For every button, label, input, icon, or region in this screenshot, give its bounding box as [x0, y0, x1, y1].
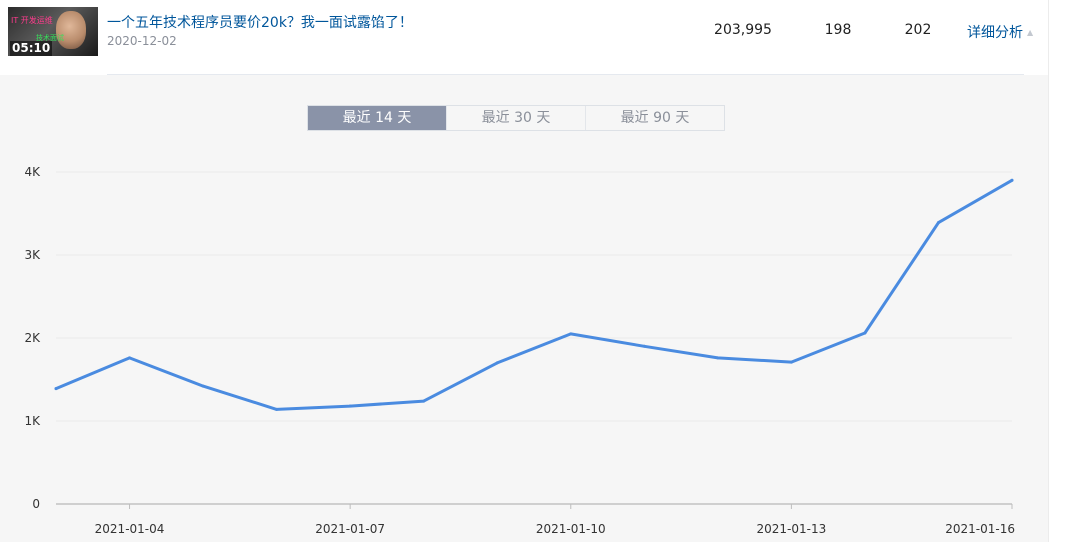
thumbnail-face [56, 11, 86, 49]
data-point [936, 221, 940, 225]
x-tick-label: 2021-01-13 [757, 522, 827, 536]
detail-analysis-label: 详细分析 [967, 25, 1023, 41]
stat-value-3: 202 [904, 22, 932, 38]
video-row[interactable]: IT 开发运维 技术面试 05:10 一个五年技术程序员要价20k？我一面试露馅… [0, 0, 1048, 74]
stat-value-2: 198 [824, 22, 852, 38]
series-line [54, 178, 1014, 411]
x-tick-label: 2021-01-16 [945, 522, 1015, 536]
scrollbar-track[interactable] [1048, 0, 1071, 542]
video-analytics-page: IT 开发运维 技术面试 05:10 一个五年技术程序员要价20k？我一面试露馅… [0, 0, 1071, 542]
data-point [1010, 178, 1014, 182]
data-point [275, 407, 279, 411]
data-point [54, 387, 58, 391]
video-thumbnail[interactable]: IT 开发运维 技术面试 05:10 [8, 7, 98, 56]
data-point [348, 404, 352, 408]
data-point [201, 384, 205, 388]
y-tick-label: 4K [24, 165, 41, 179]
y-tick-label: 0 [32, 497, 40, 511]
x-tick-label: 2021-01-07 [315, 522, 385, 536]
data-point [128, 356, 132, 360]
data-point [863, 331, 867, 335]
caret-up-icon: ▲ [1027, 28, 1034, 37]
trend-line-chart: 0 1K 2K 3K 4K 2021-01-04 2021-01-07 2021-01-10 2… [24, 165, 1015, 536]
thumbnail-caption-top: IT 开发运维 [11, 16, 53, 25]
data-point [422, 399, 426, 403]
y-tick-label: 2K [24, 331, 41, 345]
x-tick-label: 2021-01-10 [536, 522, 606, 536]
data-point [569, 332, 573, 336]
y-tick-label: 1K [24, 414, 41, 428]
data-point [716, 356, 720, 360]
data-point [495, 361, 499, 365]
view-count: 203,995 [714, 22, 772, 38]
video-date: 2020-12-02 [107, 34, 177, 48]
video-duration: 05:10 [10, 41, 53, 56]
data-point [642, 344, 646, 348]
detail-analysis-link[interactable]: 详细分析 ▲ [967, 22, 1033, 42]
x-tick-label: 2021-01-04 [95, 522, 165, 536]
video-title[interactable]: 一个五年技术程序员要价20k？我一面试露馅了！ [107, 12, 413, 32]
data-point [789, 360, 793, 364]
y-tick-label: 3K [24, 248, 41, 262]
